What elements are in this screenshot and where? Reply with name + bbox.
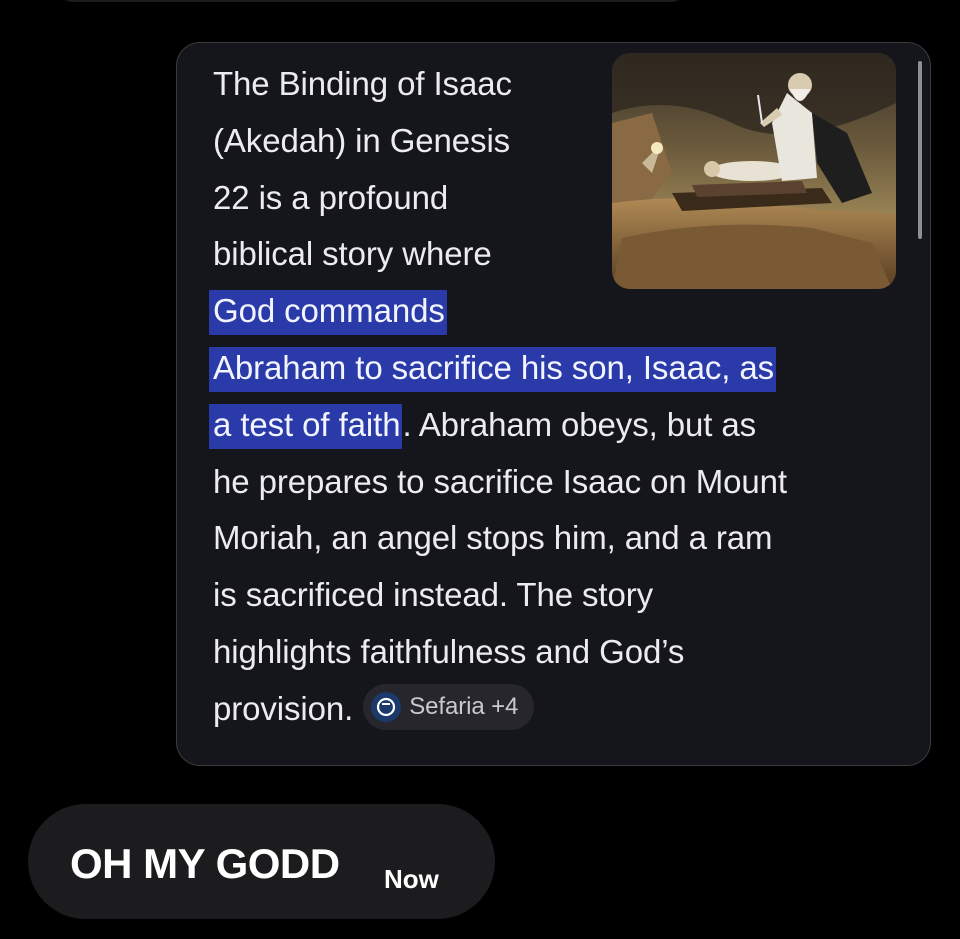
- text-line: Abraham to sacrifice his son, Isaac, as: [209, 340, 903, 397]
- message-timestamp: Now: [384, 864, 439, 894]
- scrollbar[interactable]: [918, 61, 922, 239]
- source-chip-label: Sefaria +4: [409, 692, 519, 720]
- text-line: highlights faithfulness and God’s: [213, 632, 685, 670]
- text-line: (Akedah) in Genesis: [213, 121, 511, 159]
- text-line: biblical story where: [213, 235, 492, 273]
- text-line: God commands: [209, 283, 903, 340]
- chat-screen: The Binding of Isaac (Akedah) in Genesis…: [0, 0, 960, 939]
- text-continuation: . Abraham obeys, but as: [402, 405, 757, 443]
- text-line: is sacrificed instead. The story: [213, 576, 654, 614]
- highlighted-text: God commands: [209, 290, 447, 336]
- text-line: The Binding of Isaac: [213, 65, 512, 102]
- reply-message-text: OH MY GODD: [70, 840, 340, 887]
- highlighted-text: a test of faith: [209, 403, 403, 449]
- highlighted-text: Abraham to sacrifice his son, Isaac, as: [209, 346, 777, 392]
- ai-overview-card: The Binding of Isaac (Akedah) in Genesis…: [176, 42, 931, 766]
- previous-message-bubble: [52, 0, 692, 2]
- text-line: he prepares to sacrifice Isaac on Mount: [213, 462, 787, 500]
- text-line: Moriah, an angel stops him, and a ram: [213, 519, 773, 557]
- last-line-text: provision.: [213, 689, 354, 727]
- reply-message-bubble[interactable]: OH MY GODD Now: [28, 804, 495, 919]
- text-line: 22 is a profound: [213, 178, 449, 216]
- text-line: provision. Sefaria +4: [213, 681, 903, 738]
- text-line: a test of faith. Abraham obeys, but as: [209, 397, 903, 454]
- sefaria-logo-icon: [371, 692, 402, 723]
- source-chip[interactable]: Sefaria +4: [363, 684, 535, 731]
- overview-text: The Binding of Isaac (Akedah) in Genesis…: [209, 56, 903, 738]
